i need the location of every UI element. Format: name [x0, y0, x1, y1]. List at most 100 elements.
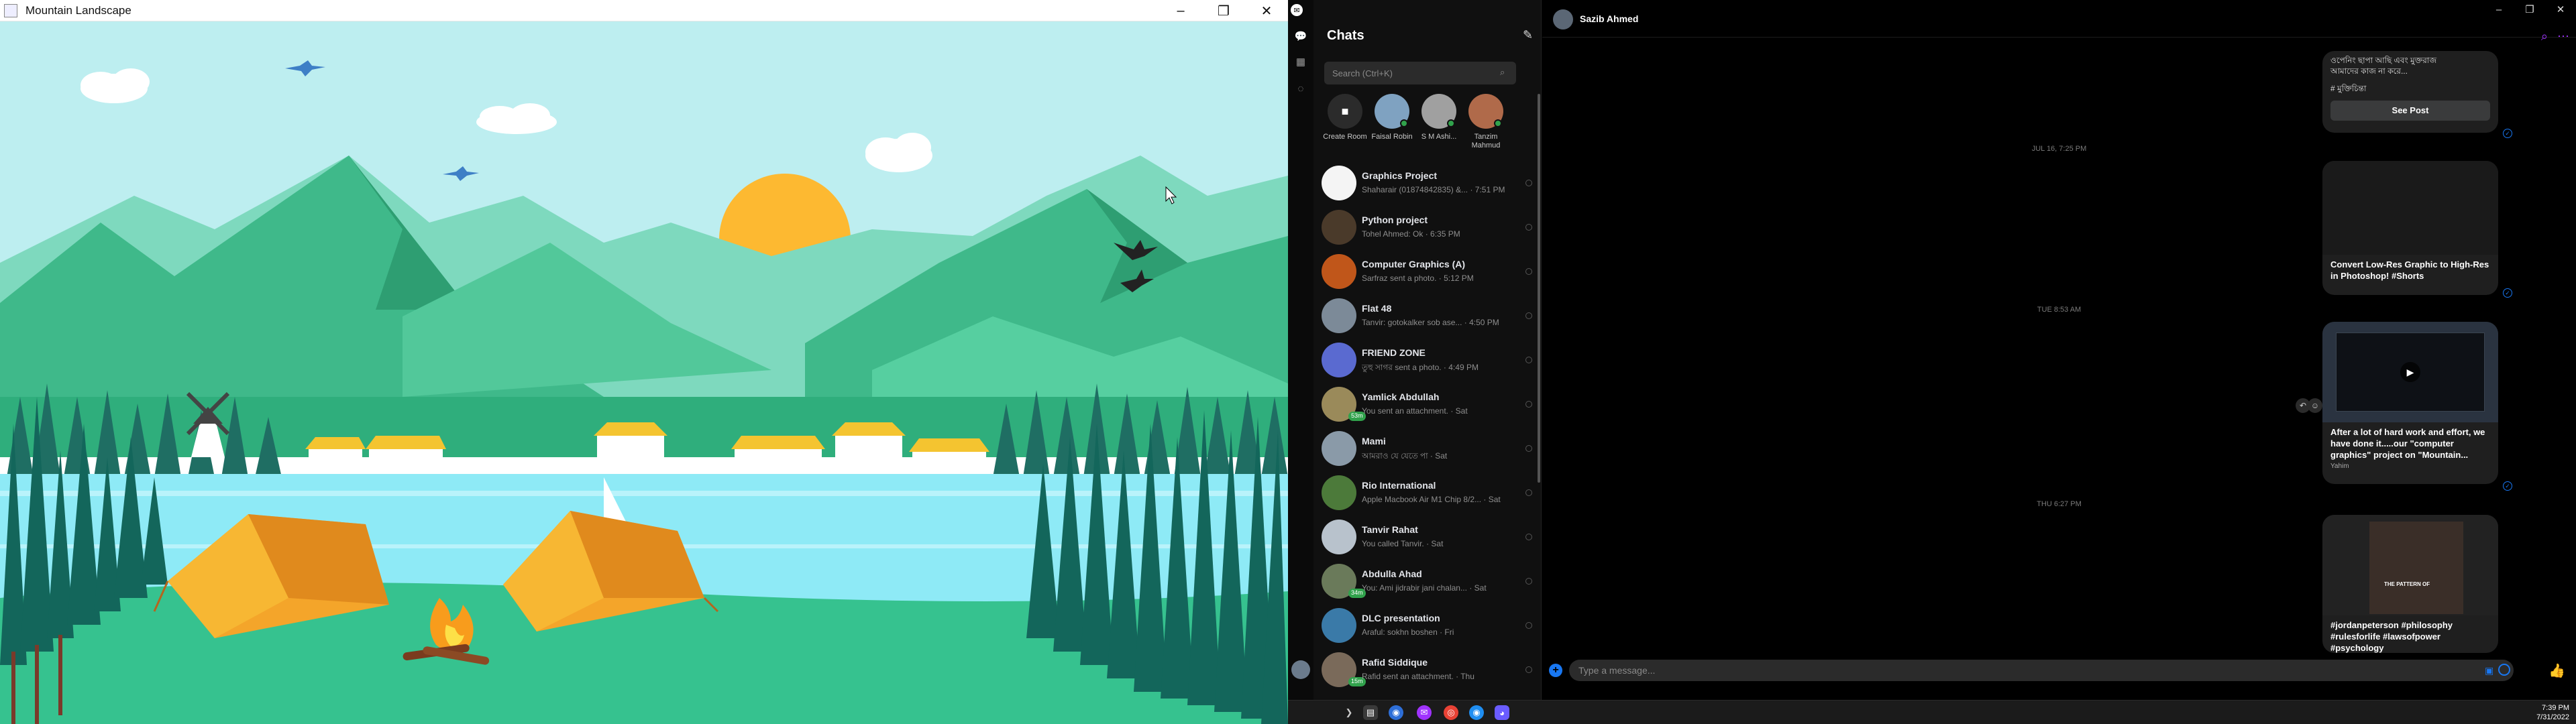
story-avatar[interactable]: S M Ashi...	[1415, 94, 1462, 141]
file-explorer-icon[interactable]: ▤	[1363, 705, 1378, 720]
conversation-name: Abdulla Ahad	[1362, 568, 1422, 579]
read-status-icon	[1525, 445, 1532, 452]
window-controls: – ❐ ✕	[1159, 0, 1288, 21]
contact-name[interactable]: Sazib Ahmed	[1580, 13, 1638, 24]
maximize-button[interactable]: ❐	[1202, 0, 1245, 21]
window-title: Mountain Landscape	[25, 3, 131, 17]
conversation-preview: Tanvir: gotokalker sob ase... · 4:50 PM	[1362, 318, 1499, 327]
read-status-icon	[1525, 224, 1532, 231]
timestamp: JUL 16, 7:25 PM	[2031, 145, 2087, 153]
avatar	[1322, 166, 1356, 200]
avatar	[1322, 254, 1356, 289]
story-create-room[interactable]: ■ Create Room	[1322, 94, 1368, 141]
conversation-item[interactable]: 34m Abdulla Ahad You: Ami jidrabir jani ch…	[1313, 559, 1542, 603]
story-avatar[interactable]: Faisal Robin	[1368, 94, 1415, 141]
seen-check-icon: ✓	[2503, 129, 2512, 138]
cloud	[476, 103, 557, 134]
close-button[interactable]: ✕	[1245, 0, 1288, 21]
video-frame	[2369, 522, 2463, 614]
sticker-icon[interactable]: ▣	[2485, 665, 2493, 676]
chrome-icon[interactable]: ◎	[1444, 705, 1458, 720]
chat-list-panel: Chats ✎ ⌕ ■ Create Room Faisal Robin S M…	[1313, 0, 1542, 700]
marketplace-icon[interactable]: ▦	[1293, 54, 1309, 70]
read-status-icon	[1525, 534, 1532, 540]
conversation-item[interactable]: DLC presentation Araful: sokhn boshen · F…	[1313, 603, 1542, 648]
conversation-item[interactable]: Rio International Apple Macbook Air M1 Ch…	[1313, 471, 1542, 515]
messenger-taskbar-icon[interactable]: ✉	[1417, 705, 1432, 720]
read-status-icon	[1525, 180, 1532, 186]
search-conversation-icon[interactable]: ⌕	[2541, 29, 2548, 44]
compose-icon[interactable]: ✎	[1523, 28, 1538, 43]
shared-post-bubble[interactable]: ওপেনিং ছাপা আছি এবং মুক্তরাজ আমাদের কাজ …	[2322, 51, 2498, 133]
messenger-logo-icon: ✉	[1291, 4, 1303, 16]
avatar	[1421, 94, 1456, 129]
conversation-name: Rafid Siddique	[1362, 657, 1428, 668]
read-status-icon	[1525, 268, 1532, 275]
read-status-icon	[1525, 666, 1532, 673]
conversation-name: Tanvir Rahat	[1362, 524, 1418, 535]
conversation-item[interactable]: 53m Yamlick Abdullah You sent an attachmen…	[1313, 382, 1542, 426]
taskbar-chevron-icon[interactable]: ❯	[1342, 705, 1356, 720]
conversation-name: DLC presentation	[1362, 613, 1440, 623]
window-titlebar[interactable]: Mountain Landscape – ❐ ✕	[0, 0, 1288, 21]
header-actions: ⌕ ⋯	[2541, 29, 2569, 44]
conversation-name: Mami	[1362, 436, 1386, 446]
maximize-button[interactable]: ❐	[2514, 0, 2545, 19]
story-avatar[interactable]: Tanzim Mahmud	[1462, 94, 1509, 150]
search-icon: ⌕	[1500, 67, 1505, 77]
message-bubble[interactable]: THE PATTERN OF #jordanpeterson #philosop…	[2322, 515, 2498, 653]
conversation-preview: Sarfraz sent a photo. · 5:12 PM	[1362, 274, 1474, 283]
app-icon[interactable]: ◉	[1469, 705, 1484, 720]
video-thumbnail: ▶	[2322, 322, 2498, 422]
see-post-button[interactable]: See Post	[2330, 101, 2490, 121]
read-status-icon	[1525, 578, 1532, 585]
message-text: After a lot of hard work and effort, we …	[2330, 427, 2485, 460]
conversation-preview: You: Ami jidrabir jani chalan... · Sat	[1362, 583, 1487, 593]
chats-icon[interactable]: 💬	[1293, 28, 1309, 44]
message-input[interactable]	[1569, 660, 2514, 681]
discord-icon[interactable]: ◕	[1495, 705, 1509, 720]
conversation-item[interactable]: Graphics Project Shaharair (01874842835) …	[1313, 161, 1542, 205]
play-icon[interactable]: ▶	[2400, 362, 2420, 382]
more-options-icon[interactable]: ⋯	[2557, 29, 2569, 44]
profile-avatar[interactable]	[1291, 660, 1310, 679]
read-status-icon	[1525, 357, 1532, 363]
conversation-item[interactable]: Mami আমরাও যে যেতে পা · Sat	[1313, 426, 1542, 471]
conversation-item[interactable]: Python project Tohel Ahmed: Ok · 6:35 PM	[1313, 205, 1542, 249]
avatar	[1322, 520, 1356, 554]
avatar	[1468, 94, 1503, 129]
add-attachment-icon[interactable]: +	[1549, 664, 1562, 677]
avatar	[1322, 298, 1356, 333]
message-text: Convert Low-Res Graphic to High-Res in P…	[2330, 259, 2489, 281]
close-button[interactable]: ✕	[2545, 0, 2576, 19]
like-icon[interactable]: 👍	[2548, 662, 2565, 679]
conversation-preview: Shaharair (01874842835) &... · 7:51 PM	[1362, 185, 1505, 194]
video-overlay-text: THE PATTERN OF	[2384, 581, 2430, 587]
conversation-preview: You called Tanvir. · Sat	[1362, 539, 1444, 548]
system-clock[interactable]: 7:39 PM 7/31/2022	[2536, 703, 2569, 722]
conversation-preview: Tohel Ahmed: Ok · 6:35 PM	[1362, 229, 1460, 239]
conversation-item[interactable]: Flat 48 Tanvir: gotokalker sob ase... · 4…	[1313, 294, 1542, 338]
react-icon[interactable]: ☺	[2308, 398, 2322, 413]
contact-avatar[interactable]	[1553, 9, 1573, 29]
conversation-item[interactable]: 15m Rafid Siddique Rafid sent an attachmen…	[1313, 648, 1542, 692]
search-input[interactable]	[1324, 62, 1516, 84]
conversation-preview: Apple Macbook Air M1 Chip 8/2... · Sat	[1362, 495, 1501, 504]
minimize-button[interactable]: –	[1159, 0, 1202, 21]
minimize-button[interactable]: –	[2483, 0, 2514, 19]
browser-icon[interactable]: ◉	[1389, 705, 1403, 720]
conversation-panel: Sazib Ahmed ⌕ ⋯ – ❐ ✕ ওপেনিং ছাপা আছি এব…	[1542, 0, 2576, 700]
conversation-item[interactable]: Computer Graphics (A) Sarfraz sent a phot…	[1313, 249, 1542, 294]
avatar	[1322, 210, 1356, 245]
landscape-canvas	[0, 21, 1288, 724]
requests-icon[interactable]: ◌	[1293, 80, 1309, 97]
video-thumbnail: THE PATTERN OF	[2322, 515, 2498, 615]
emoji-icon[interactable]	[2498, 664, 2510, 676]
conversation-item[interactable]: FRIEND ZONE তুহু সাগর sent a photo. · 4:4…	[1313, 338, 1542, 382]
message-bubble[interactable]: Convert Low-Res Graphic to High-Res in P…	[2322, 161, 2498, 295]
conversation-item[interactable]: Tanvir Rahat You called Tanvir. · Sat	[1313, 515, 1542, 559]
avatar	[1322, 475, 1356, 510]
message-source: Yahim	[2330, 463, 2349, 470]
chat-list-scrollbar[interactable]	[1538, 94, 1540, 483]
message-bubble[interactable]: ▶ After a lot of hard work and effort, w…	[2322, 322, 2498, 484]
